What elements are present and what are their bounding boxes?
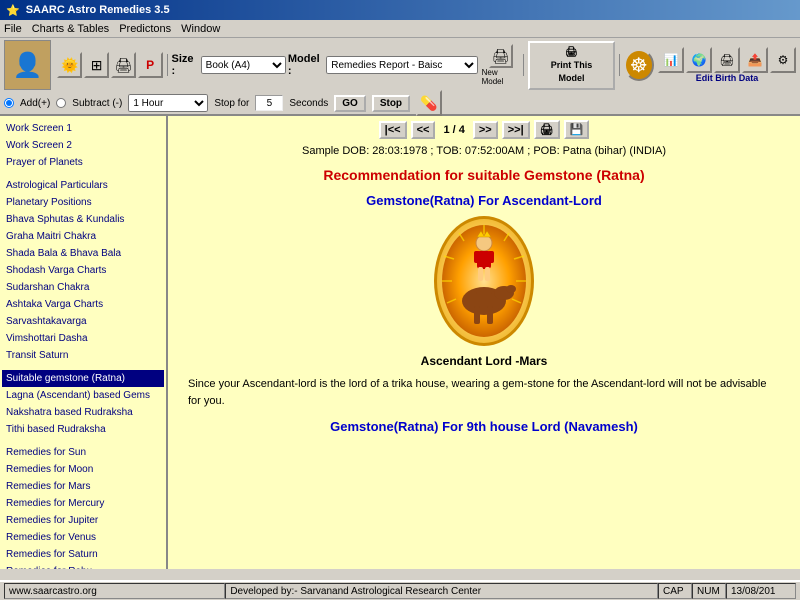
deity-image-container bbox=[188, 216, 780, 346]
sidebar-item-mercury[interactable]: Remedies for Mercury bbox=[2, 495, 164, 512]
sidebar-item-work2[interactable]: Work Screen 2 bbox=[2, 137, 164, 154]
status-bar: www.saarcastro.org Developed by:- Sarvan… bbox=[0, 580, 800, 600]
anim-icon-btn[interactable]: 💊 bbox=[416, 90, 442, 116]
app-title: SAARC Astro Remedies 3.5 bbox=[26, 4, 170, 16]
nav-prev[interactable]: << bbox=[411, 121, 436, 139]
export-icon-btn[interactable]: 📤 bbox=[742, 47, 768, 73]
deity-image bbox=[434, 216, 534, 346]
add-label: Add(+) bbox=[20, 98, 50, 109]
report-body-text: Since your Ascendant-lord is the lord of… bbox=[188, 376, 780, 409]
new-model-printer-icon[interactable]: 🖨 bbox=[489, 44, 513, 68]
sidebar-item-sun[interactable]: Remedies for Sun bbox=[2, 444, 164, 461]
grid-icon-btn[interactable]: ⊞ bbox=[84, 52, 109, 78]
status-num: NUM bbox=[692, 583, 726, 599]
subtract-radio[interactable] bbox=[56, 98, 66, 108]
ascendant-label: Ascendant Lord -Mars bbox=[188, 354, 780, 368]
sidebar-item-nakshatra[interactable]: Nakshatra based Rudraksha bbox=[2, 404, 164, 421]
nav-first[interactable]: |<< bbox=[379, 121, 407, 139]
sidebar-item-mars[interactable]: Remedies for Mars bbox=[2, 478, 164, 495]
toolbar-row: 👤 🌞 ⊞ 🖨 P Size : Book (A4) Model : Remed… bbox=[0, 38, 800, 92]
section1-title: Gemstone(Ratna) For Ascendant-Lord bbox=[188, 193, 780, 208]
sidebar-item-rahu[interactable]: Remedies for Rahu bbox=[2, 563, 164, 569]
sidebar-item-saturn[interactable]: Remedies for Saturn bbox=[2, 546, 164, 563]
status-website: www.saarcastro.org bbox=[4, 583, 225, 599]
person-icon: 👤 bbox=[13, 51, 43, 80]
sidebar-item-work1[interactable]: Work Screen 1 bbox=[2, 120, 164, 137]
print-model-button[interactable]: 🖨 Print This Model bbox=[528, 41, 614, 90]
chart-icon-btn[interactable]: 📊 bbox=[658, 47, 684, 73]
page-info: 1 / 4 bbox=[439, 124, 468, 136]
sidebar-item-jupiter[interactable]: Remedies for Jupiter bbox=[2, 512, 164, 529]
interval-select[interactable]: 1 Hour bbox=[128, 94, 208, 112]
sidebar-item-lagna[interactable]: Lagna (Ascendant) based Gems bbox=[2, 387, 164, 404]
sidebar-item-gemstone[interactable]: Suitable gemstone (Ratna) bbox=[2, 370, 164, 387]
avatar: 👤 bbox=[4, 40, 51, 90]
anim-row: Add(+) Subtract (-) 1 Hour Stop for Seco… bbox=[0, 92, 800, 116]
sidebar-item-graha[interactable]: Graha Maitri Chakra bbox=[2, 228, 164, 245]
stop-for-label: Stop for bbox=[214, 98, 249, 109]
sun-icon-btn[interactable]: 🌞 bbox=[57, 52, 82, 78]
edit-birth-data-label: Edit Birth Data bbox=[696, 73, 759, 83]
sidebar-item-sarva[interactable]: Sarvashtakavarga bbox=[2, 313, 164, 330]
letter-p-btn[interactable]: P bbox=[138, 52, 163, 78]
go-button[interactable]: GO bbox=[334, 95, 366, 112]
sidebar-item-ashtaka[interactable]: Ashtaka Varga Charts bbox=[2, 296, 164, 313]
settings-icon-btn[interactable]: ⚙ bbox=[770, 47, 796, 73]
new-model-label: New Model bbox=[482, 68, 520, 86]
main-layout: Work Screen 1 Work Screen 2 Prayer of Pl… bbox=[0, 116, 800, 569]
sidebar-item-transit[interactable]: Transit Saturn bbox=[2, 347, 164, 364]
stop-button[interactable]: Stop bbox=[372, 95, 410, 112]
nav-bar: |<< << 1 / 4 >> >>| 🖨 💾 bbox=[168, 116, 800, 143]
title-bar: ⭐ SAARC Astro Remedies 3.5 bbox=[0, 0, 800, 20]
zodiac-wheel-icon[interactable]: ☸ bbox=[624, 49, 654, 81]
report-main-title: Recommendation for suitable Gemstone (Ra… bbox=[188, 167, 780, 183]
nav-print-icon[interactable]: 🖨 bbox=[534, 120, 560, 139]
mars-deity-svg bbox=[439, 221, 529, 341]
print-label: Print This Model bbox=[551, 60, 593, 83]
nav-last[interactable]: >>| bbox=[502, 121, 530, 139]
sidebar-item-shodash[interactable]: Shodash Varga Charts bbox=[2, 262, 164, 279]
menu-predictions[interactable]: Predictons bbox=[119, 23, 171, 35]
sidebar-item-planetary[interactable]: Planetary Positions bbox=[2, 194, 164, 211]
sidebar: Work Screen 1 Work Screen 2 Prayer of Pl… bbox=[0, 116, 168, 569]
sidebar-item-tithi[interactable]: Tithi based Rudraksha bbox=[2, 421, 164, 438]
sidebar-item-astrological[interactable]: Astrological Particulars bbox=[2, 177, 164, 194]
size-select[interactable]: Book (A4) bbox=[201, 56, 286, 74]
print2-icon-btn[interactable]: 🖨 bbox=[714, 47, 740, 73]
sidebar-item-venus[interactable]: Remedies for Venus bbox=[2, 529, 164, 546]
nav-next[interactable]: >> bbox=[473, 121, 498, 139]
add-radio[interactable] bbox=[4, 98, 14, 108]
status-caps: CAP bbox=[658, 583, 692, 599]
menu-window[interactable]: Window bbox=[181, 23, 220, 35]
report-content: Recommendation for suitable Gemstone (Ra… bbox=[168, 163, 800, 438]
content-area: |<< << 1 / 4 >> >>| 🖨 💾 Sample DOB: 28:0… bbox=[168, 116, 800, 569]
menu-file[interactable]: File bbox=[4, 23, 22, 35]
sidebar-item-vimshottari[interactable]: Vimshottari Dasha bbox=[2, 330, 164, 347]
sidebar-item-bhava[interactable]: Bhava Sphutas & Kundalis bbox=[2, 211, 164, 228]
sample-info: Sample DOB: 28:03:1978 ; TOB: 07:52:00AM… bbox=[168, 143, 800, 163]
nav-save-icon[interactable]: 💾 bbox=[564, 120, 590, 139]
sidebar-item-shada[interactable]: Shada Bala & Bhava Bala bbox=[2, 245, 164, 262]
status-date: 13/08/201 bbox=[726, 583, 796, 599]
size-label: Size : bbox=[172, 53, 199, 77]
sidebar-item-prayer[interactable]: Prayer of Planets bbox=[2, 154, 164, 171]
subtract-label: Subtract (-) bbox=[72, 98, 122, 109]
menu-bar: File Charts & Tables Predictons Window bbox=[0, 20, 800, 38]
model-label: Model : bbox=[288, 53, 324, 77]
planet-icon-btn[interactable]: 🌍 bbox=[686, 47, 712, 73]
sidebar-item-sudarshan[interactable]: Sudarshan Chakra bbox=[2, 279, 164, 296]
section2-title: Gemstone(Ratna) For 9th house Lord (Nava… bbox=[188, 419, 780, 434]
printer-icon-btn[interactable]: 🖨 bbox=[111, 52, 136, 78]
model-select[interactable]: Remedies Report - Baisc bbox=[326, 56, 477, 74]
seconds-label: Seconds bbox=[289, 98, 328, 109]
stop-value-input[interactable] bbox=[255, 95, 283, 111]
sidebar-item-moon[interactable]: Remedies for Moon bbox=[2, 461, 164, 478]
print-icon: 🖨 bbox=[565, 47, 578, 58]
status-developer: Developed by:- Sarvanand Astrological Re… bbox=[225, 583, 658, 599]
app-icon: ⭐ bbox=[6, 4, 20, 17]
menu-charts[interactable]: Charts & Tables bbox=[32, 23, 109, 35]
